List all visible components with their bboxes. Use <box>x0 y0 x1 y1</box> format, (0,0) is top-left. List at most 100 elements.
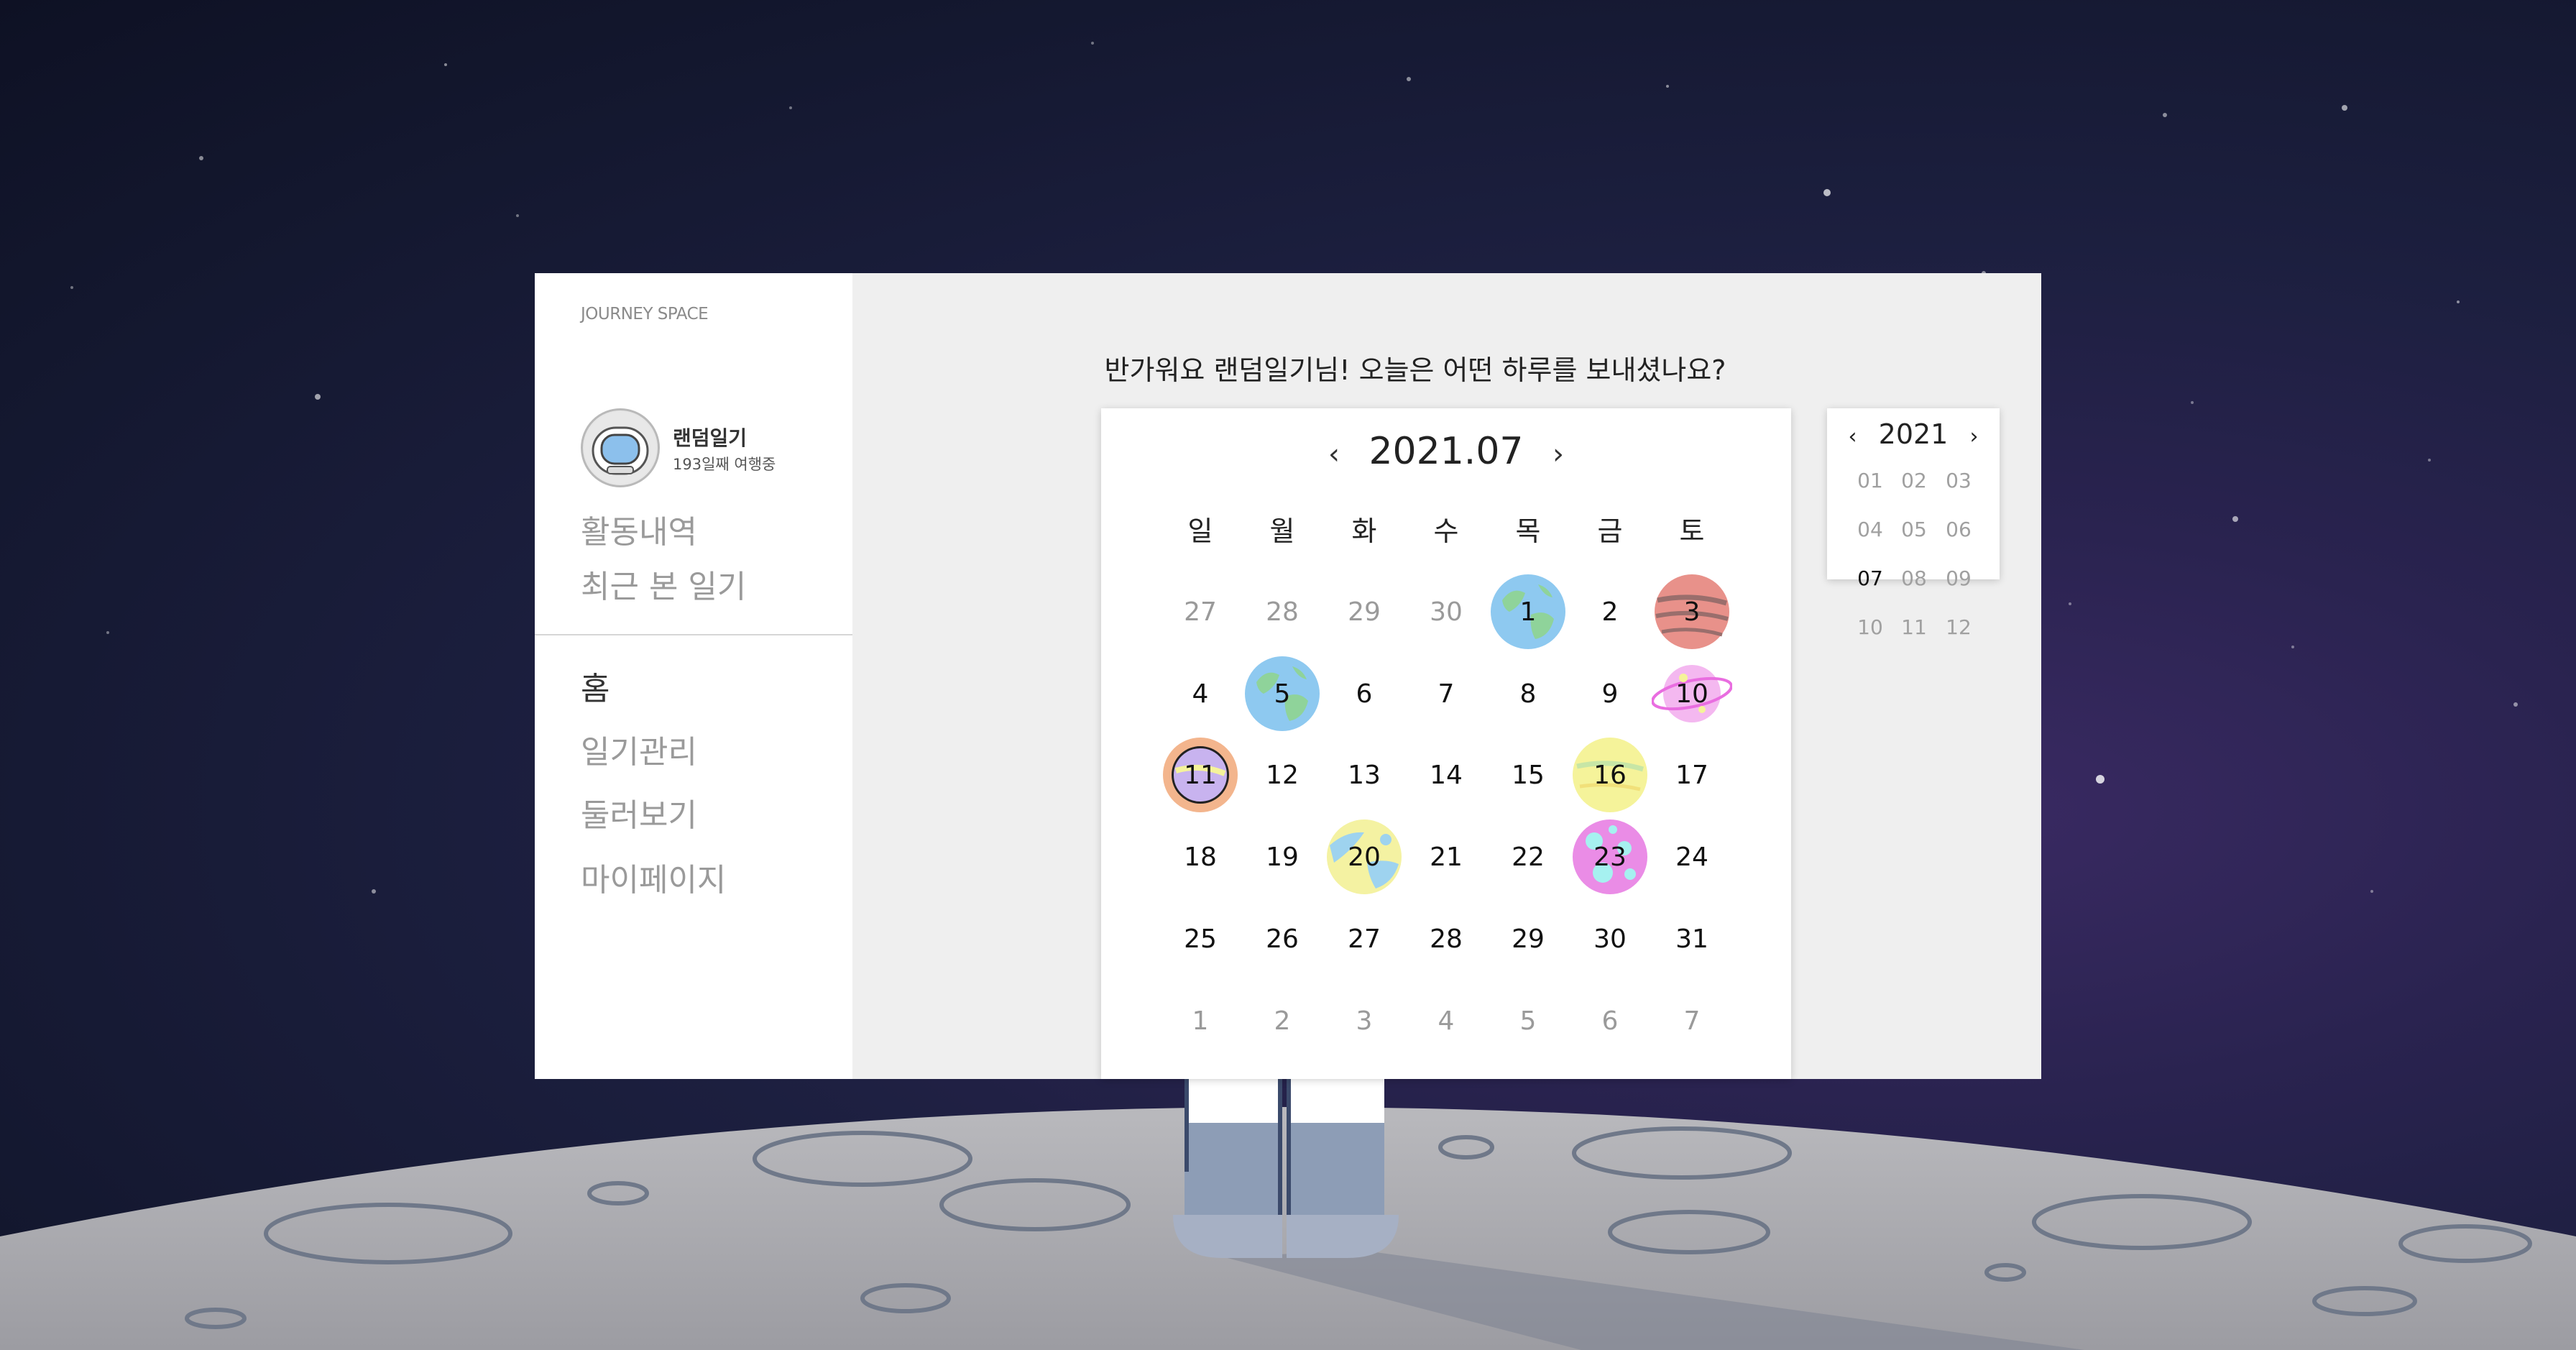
calendar-day-number: 6 <box>1601 1006 1619 1036</box>
calendar-day[interactable]: 24 <box>1652 817 1732 897</box>
calendar-day-number: 17 <box>1675 760 1708 790</box>
activity-history-link[interactable]: 활동내역 <box>581 506 697 552</box>
calendar-day-with-diary[interactable]: 5 <box>1242 653 1322 734</box>
calendar-day-number: 10 <box>1675 679 1708 709</box>
calendar-day[interactable]: 14 <box>1406 735 1486 815</box>
calendar-day-number: 4 <box>1438 1006 1455 1036</box>
month-option[interactable]: 04 <box>1849 518 1892 541</box>
calendar-day-number: 2 <box>1601 597 1619 627</box>
calendar-day-number: 4 <box>1192 679 1209 709</box>
calendar-day[interactable]: 1 <box>1160 981 1241 1061</box>
main-panel: JOURNEY SPACE 랜덤일기 193일째 여행중 활동내역 최근 본 일… <box>535 273 2041 1079</box>
calendar-day[interactable]: 15 <box>1488 735 1568 815</box>
calendar-day-with-diary[interactable]: 1 <box>1488 571 1568 652</box>
calendar-day[interactable]: 6 <box>1324 653 1404 734</box>
calendar-day[interactable]: 6 <box>1570 981 1650 1061</box>
calendar-day-number: 1 <box>1519 597 1537 627</box>
calendar-title: 2021.07 <box>1368 430 1524 473</box>
month-option[interactable]: 08 <box>1892 566 1936 590</box>
calendar-day-number: 5 <box>1519 1006 1537 1036</box>
calendar-day[interactable]: 12 <box>1242 735 1322 815</box>
calendar-day[interactable]: 8 <box>1488 653 1568 734</box>
month-option[interactable]: 01 <box>1849 469 1892 492</box>
month-option[interactable]: 07 <box>1849 566 1892 590</box>
calendar-day[interactable]: 19 <box>1242 817 1322 897</box>
calendar-day-with-diary[interactable]: 16 <box>1570 735 1650 815</box>
month-option[interactable]: 10 <box>1849 615 1892 639</box>
calendar-day-number: 2 <box>1274 1006 1291 1036</box>
calendar-day[interactable]: 26 <box>1242 899 1322 979</box>
calendar-day[interactable]: 3 <box>1324 981 1404 1061</box>
calendar: ‹ 2021.07 › 일월화수목금토 27 28 29 30 12 34 56789… <box>1101 408 1791 1079</box>
weekday-label: 화 <box>1351 515 1377 547</box>
calendar-day[interactable]: 5 <box>1488 981 1568 1061</box>
calendar-day[interactable]: 28 <box>1406 899 1486 979</box>
calendar-day-number: 19 <box>1266 842 1299 872</box>
month-option[interactable]: 12 <box>1937 615 1980 639</box>
calendar-day[interactable]: 29 <box>1324 571 1404 652</box>
month-option[interactable]: 03 <box>1937 469 1980 492</box>
weekday-label: 금 <box>1597 515 1623 547</box>
calendar-day[interactable]: 27 <box>1160 571 1241 652</box>
month-option[interactable]: 11 <box>1892 615 1936 639</box>
sidebar-divider <box>535 634 852 635</box>
month-option[interactable]: 05 <box>1892 518 1936 541</box>
calendar-day[interactable]: 4 <box>1160 653 1241 734</box>
calendar-day-number: 9 <box>1601 679 1619 709</box>
calendar-day[interactable]: 21 <box>1406 817 1486 897</box>
nav-home[interactable]: 홈 <box>581 663 610 709</box>
recent-diaries-link[interactable]: 최근 본 일기 <box>581 561 746 607</box>
calendar-day-number: 28 <box>1430 924 1463 954</box>
month-option[interactable]: 09 <box>1937 566 1980 590</box>
month-option[interactable]: 02 <box>1892 469 1936 492</box>
nav-my-page[interactable]: 마이페이지 <box>581 854 726 900</box>
calendar-day-number: 12 <box>1266 760 1299 790</box>
calendar-day-with-diary[interactable]: 10 <box>1651 653 1733 734</box>
calendar-day-number: 30 <box>1430 597 1463 627</box>
calendar-day-number: 27 <box>1348 924 1381 954</box>
calendar-day[interactable]: 2 <box>1242 981 1322 1061</box>
user-travel-days: 193일째 여행중 <box>673 456 776 473</box>
nav-explore[interactable]: 둘러보기 <box>581 789 697 835</box>
calendar-day[interactable]: 9 <box>1570 653 1650 734</box>
calendar-day[interactable]: 7 <box>1652 981 1732 1061</box>
calendar-day[interactable]: 2 <box>1570 571 1650 652</box>
calendar-day-with-diary[interactable]: 11 <box>1160 735 1241 815</box>
calendar-header: ‹ 2021.07 › <box>1101 430 1791 473</box>
calendar-day-number: 30 <box>1593 924 1627 954</box>
calendar-day-number: 14 <box>1430 760 1463 790</box>
prev-year-chevron-icon[interactable]: ‹ <box>1849 424 1857 449</box>
calendar-day-with-diary[interactable]: 23 <box>1570 817 1650 897</box>
calendar-day[interactable]: 30 <box>1570 899 1650 979</box>
calendar-day-number: 21 <box>1430 842 1463 872</box>
calendar-day-with-diary[interactable]: 3 <box>1652 571 1732 652</box>
greeting-text: 반가워요 랜덤일기님! 오늘은 어떤 하루를 보내셨나요? <box>1104 354 1726 386</box>
user-name: 랜덤일기 <box>673 426 748 450</box>
calendar-day[interactable]: 31 <box>1652 899 1732 979</box>
weekday-label: 일 <box>1187 515 1213 547</box>
nav-diary-management[interactable]: 일기관리 <box>581 726 697 772</box>
calendar-day[interactable]: 7 <box>1406 653 1486 734</box>
calendar-day[interactable]: 13 <box>1324 735 1404 815</box>
calendar-day[interactable]: 30 <box>1406 571 1486 652</box>
calendar-day-number: 31 <box>1675 924 1708 954</box>
month-option[interactable]: 06 <box>1937 518 1980 541</box>
next-year-chevron-icon[interactable]: › <box>1969 424 1978 449</box>
calendar-day[interactable]: 29 <box>1488 899 1568 979</box>
calendar-day[interactable]: 17 <box>1652 735 1732 815</box>
next-month-chevron-icon[interactable]: › <box>1552 438 1564 471</box>
calendar-day-number: 22 <box>1512 842 1545 872</box>
calendar-day[interactable]: 22 <box>1488 817 1568 897</box>
calendar-day-with-diary[interactable]: 20 <box>1324 817 1404 897</box>
calendar-day[interactable]: 4 <box>1406 981 1486 1061</box>
avatar-astronaut-icon[interactable] <box>581 408 660 487</box>
weekday-label: 토 <box>1679 515 1705 547</box>
calendar-day[interactable]: 25 <box>1160 899 1241 979</box>
brand-logo[interactable]: JOURNEY SPACE <box>581 305 709 323</box>
calendar-day-number: 18 <box>1184 842 1217 872</box>
prev-month-chevron-icon[interactable]: ‹ <box>1328 438 1340 471</box>
calendar-day[interactable]: 27 <box>1324 899 1404 979</box>
calendar-day[interactable]: 28 <box>1242 571 1322 652</box>
calendar-day-number: 23 <box>1593 842 1627 872</box>
calendar-day[interactable]: 18 <box>1160 817 1241 897</box>
